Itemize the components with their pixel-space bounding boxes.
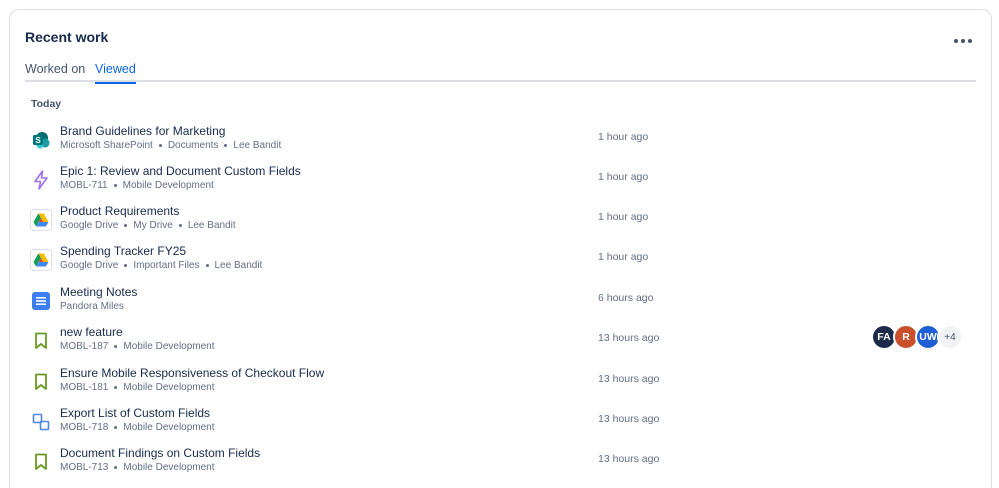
item-time: 13 hours ago [598,453,660,465]
epic-lightning-icon [30,169,52,191]
meta-issue-key: MOBL-718 [60,422,109,433]
meta-owner: Lee Bandit [187,220,236,231]
meta-source: Microsoft SharePoint [60,140,153,151]
item-meta: Google Drive Important Files Lee Bandit [60,260,262,271]
meta-project: Mobile Development [122,180,214,191]
sharepoint-icon: S [30,129,52,151]
separator-dot [205,263,209,267]
meta-location: My Drive [133,220,173,231]
subtask-icon [30,411,52,433]
meta-issue-key: MOBL-187 [60,341,109,352]
list-item[interactable]: Ensure Mobile Responsiveness of Checkout… [25,363,976,403]
more-dot [968,39,972,43]
more-options-button[interactable] [947,30,979,52]
meta-owner: Lee Bandit [214,260,263,271]
item-title: Ensure Mobile Responsiveness of Checkout… [60,366,325,380]
list-item[interactable]: Export List of Custom Fields MOBL-718 Mob… [25,403,976,443]
item-time: 13 hours ago [598,373,660,385]
separator-dot [158,143,162,147]
svg-text:S: S [35,136,41,145]
meta-issue-key: MOBL-711 [60,180,108,191]
item-time: 13 hours ago [598,332,660,344]
section-label-today: Today [31,98,62,110]
meta-source: Google Drive [60,260,119,271]
meta-location: Documents [167,140,219,151]
meta-owner: Pandora Miles [60,301,124,312]
meta-location: Important Files [133,260,200,271]
separator-dot [178,223,182,227]
item-meta: MOBL-718 Mobile Development [60,422,215,433]
document-icon [30,290,52,312]
list-item[interactable]: Epic 1: Review and Document Custom Field… [25,161,976,201]
item-title: Document Findings on Custom Fields [60,446,261,460]
list-item[interactable]: S Brand Guidelines for Marketing Microso… [25,121,976,161]
meta-project: Mobile Development [123,422,215,433]
item-meta: MOBL-187 Mobile Development [60,341,215,352]
item-title: new feature [60,325,123,339]
meta-project: Mobile Development [123,341,215,352]
collaborator-avatars[interactable]: FA R UW +4 [871,324,963,352]
tab-viewed[interactable]: Viewed [95,62,136,84]
list-item[interactable]: Product Requirements Google Drive My Driv… [25,201,976,241]
item-meta: MOBL-711 Mobile Development [60,180,214,191]
recent-work-card: Recent work Worked on Viewed Today S Bra… [9,9,992,488]
item-title: Epic 1: Review and Document Custom Field… [60,164,301,178]
item-time: 1 hour ago [598,211,649,223]
item-title: Export List of Custom Fields [60,406,211,420]
separator-dot [114,425,118,429]
item-title: Spending Tracker FY25 [60,244,187,258]
item-time: 1 hour ago [598,131,649,143]
separator-dot [224,143,228,147]
google-drive-icon [30,249,52,271]
meta-project: Mobile Development [123,382,215,393]
google-drive-icon [30,209,52,231]
list-item[interactable]: Meeting Notes Pandora Miles 6 hours ago [25,282,976,322]
list-item[interactable]: Spending Tracker FY25 Google Drive Import… [25,241,976,281]
item-title: Product Requirements [60,204,180,218]
item-meta: Google Drive My Drive Lee Bandit [60,220,236,231]
separator-dot [114,465,118,469]
item-meta: Pandora Miles [60,301,124,312]
separator-dot [124,223,128,227]
list-item[interactable]: new feature MOBL-187 Mobile Development 1… [25,322,976,362]
meta-project: Mobile Development [123,462,215,473]
item-time: 6 hours ago [598,292,654,304]
item-title: Meeting Notes [60,285,138,299]
meta-issue-key: MOBL-181 [60,382,109,393]
card-title: Recent work [25,29,109,45]
list-item[interactable]: Document Findings on Custom Fields MOBL-… [25,443,976,483]
more-avatars-count[interactable]: +4 [937,324,963,350]
meta-owner: Lee Bandit [233,140,282,151]
story-bookmark-icon [30,330,52,352]
more-dot [961,39,965,43]
meta-issue-key: MOBL-713 [60,462,109,473]
item-time: 13 hours ago [598,413,660,425]
tab-worked-on[interactable]: Worked on [25,62,85,82]
item-time: 1 hour ago [598,251,649,263]
separator-dot [124,263,128,267]
story-bookmark-icon [30,371,52,393]
item-meta: MOBL-181 Mobile Development [60,382,215,393]
separator-dot [114,385,118,389]
separator-dot [113,183,117,187]
tab-list: Worked on Viewed [25,62,976,84]
item-title: Brand Guidelines for Marketing [60,124,226,138]
story-bookmark-icon [30,451,52,473]
more-dot [954,39,958,43]
item-meta: MOBL-713 Mobile Development [60,462,215,473]
item-time: 1 hour ago [598,171,649,183]
separator-dot [114,344,118,348]
meta-source: Google Drive [60,220,119,231]
item-meta: Microsoft SharePoint Documents Lee Bandit [60,140,281,151]
